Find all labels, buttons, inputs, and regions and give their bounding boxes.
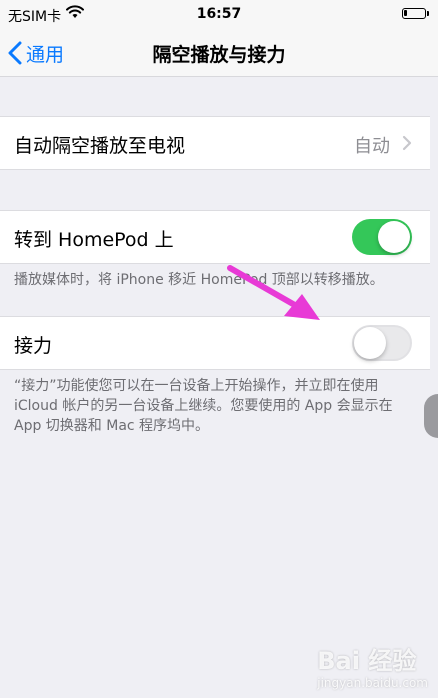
battery-level xyxy=(404,10,407,16)
watermark-text: Bai 经验 xyxy=(317,647,417,675)
assistive-touch-handle[interactable] xyxy=(424,394,438,438)
homepod-row: 转到 HomePod 上 xyxy=(0,210,430,264)
airplay-row-label: 自动隔空播放至电视 xyxy=(14,135,186,157)
toggle-knob xyxy=(354,327,386,359)
handoff-note: “接力”功能使您可以在一台设备上开始操作，并立即在使用 iCloud 帐户的另一… xyxy=(14,378,393,434)
handoff-toggle[interactable] xyxy=(352,325,412,361)
status-bar: 无SIM卡 16:57 xyxy=(0,0,438,30)
chevron-right-icon xyxy=(402,135,412,151)
toggle-knob xyxy=(378,221,410,253)
airplay-row-value: 自动 xyxy=(354,136,390,157)
watermark-logo: Bai 经验 jingyan.baidu.com xyxy=(317,641,428,690)
handoff-row-label: 接力 xyxy=(14,335,53,357)
page-title: 隔空播放与接力 xyxy=(152,44,286,66)
homepod-toggle[interactable] xyxy=(352,219,412,255)
annotation-arrow-icon xyxy=(227,265,320,320)
handoff-row: 接力 xyxy=(0,316,430,370)
watermark-sub: jingyan.baidu.com xyxy=(317,676,428,690)
homepod-row-label: 转到 HomePod 上 xyxy=(14,229,174,251)
navigation-bar: 通用 隔空播放与接力 xyxy=(0,30,438,77)
homepod-note: 播放媒体时，将 iPhone 移近 HomePod 顶部以转移播放。 xyxy=(14,272,384,288)
battery-icon xyxy=(402,8,429,19)
clock: 16:57 xyxy=(196,6,242,22)
airplay-row[interactable]: 自动隔空播放至电视 自动 xyxy=(0,116,430,170)
